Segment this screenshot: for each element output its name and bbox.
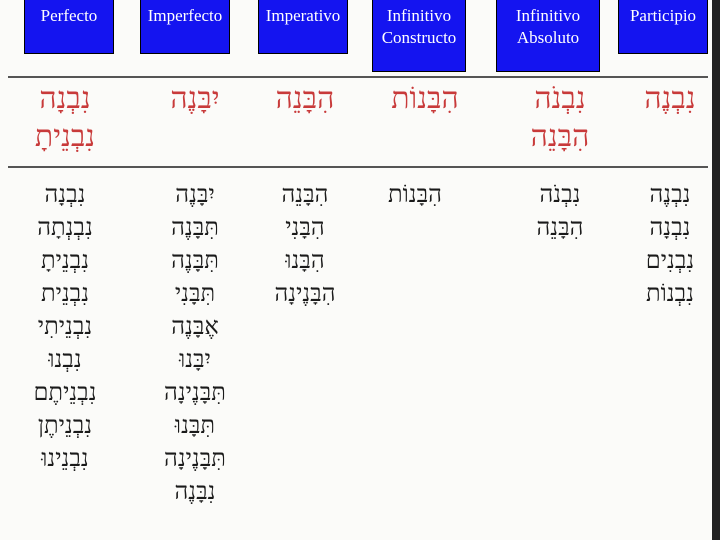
header-imperfecto: Imperfecto xyxy=(140,0,230,54)
form: נִבְנֶה xyxy=(649,180,691,208)
top-perfecto: נִבְנָה נִבְנֵיתָ xyxy=(0,80,135,156)
form: הִבָּנוּ xyxy=(285,246,325,274)
form: הִבָּנֵה xyxy=(275,81,335,116)
top-imperativo: הִבָּנֵה xyxy=(235,80,375,118)
form: נִבְנָה xyxy=(39,81,91,116)
top-rule xyxy=(8,76,708,78)
header-infinitivo-constructo: Infinitivo Constructo xyxy=(372,0,466,72)
top-inf-constructo: הִבָּנוֹת xyxy=(355,80,495,118)
list-perfecto: נִבְנָה נִבְנְתָה נִבְנֵיתָ נִבְנֵית נִבְנֵי… xyxy=(0,178,135,475)
mid-rule xyxy=(8,166,708,168)
form: נִבְנָה xyxy=(44,180,86,208)
form: נִבְנֵיתִי xyxy=(37,312,93,340)
form: נִבְנֵיתֶם xyxy=(33,378,97,406)
form: הִבָּנִי xyxy=(285,213,325,241)
form: נִבְנֵיתָ xyxy=(40,246,90,274)
top-participio: נִבְנֶה xyxy=(600,80,720,118)
form: נִבְנְתָה xyxy=(37,213,93,241)
form: תִּבָּנֶינָה xyxy=(164,444,226,472)
form: הִבָּנוֹת xyxy=(388,180,442,208)
form: הִבָּנוֹת xyxy=(391,81,459,116)
header-imperativo: Imperativo xyxy=(258,0,348,54)
form: נִבְנֶה xyxy=(644,81,696,116)
form: תִּבָּנֶינָה xyxy=(164,378,226,406)
form: נִבְנֵיתָ xyxy=(34,119,96,154)
form: נִבְנוּ xyxy=(48,345,82,373)
header-perfecto: Perfecto xyxy=(24,0,114,54)
form: נִבְנֵיתֶן xyxy=(37,411,93,439)
form: נִבְנָה xyxy=(649,213,691,241)
list-inf-constructo: הִבָּנוֹת xyxy=(345,178,485,211)
list-participio: נִבְנֶה נִבְנָה נִבְנִים נִבְנוֹת xyxy=(600,178,720,310)
header-infinitivo-absoluto: Infinitivo Absoluto xyxy=(496,0,600,72)
header-participio: Participio xyxy=(618,0,708,54)
form: נִבָּנֶה xyxy=(174,477,216,505)
form: נִבְנִים xyxy=(645,246,695,274)
form: אֶבָּנֶה xyxy=(171,312,219,340)
form: נִבְנוֹת xyxy=(646,279,694,307)
form: נִבְנֵינוּ xyxy=(41,444,89,472)
form: הִבָּנֶינָה xyxy=(274,279,336,307)
form: נִבְנֵית xyxy=(40,279,90,307)
form: הִבָּנֵה xyxy=(530,119,590,154)
form: יִבָּנוּ xyxy=(179,345,211,373)
form: תִּבָּנוּ xyxy=(174,411,216,439)
right-border xyxy=(712,0,720,540)
